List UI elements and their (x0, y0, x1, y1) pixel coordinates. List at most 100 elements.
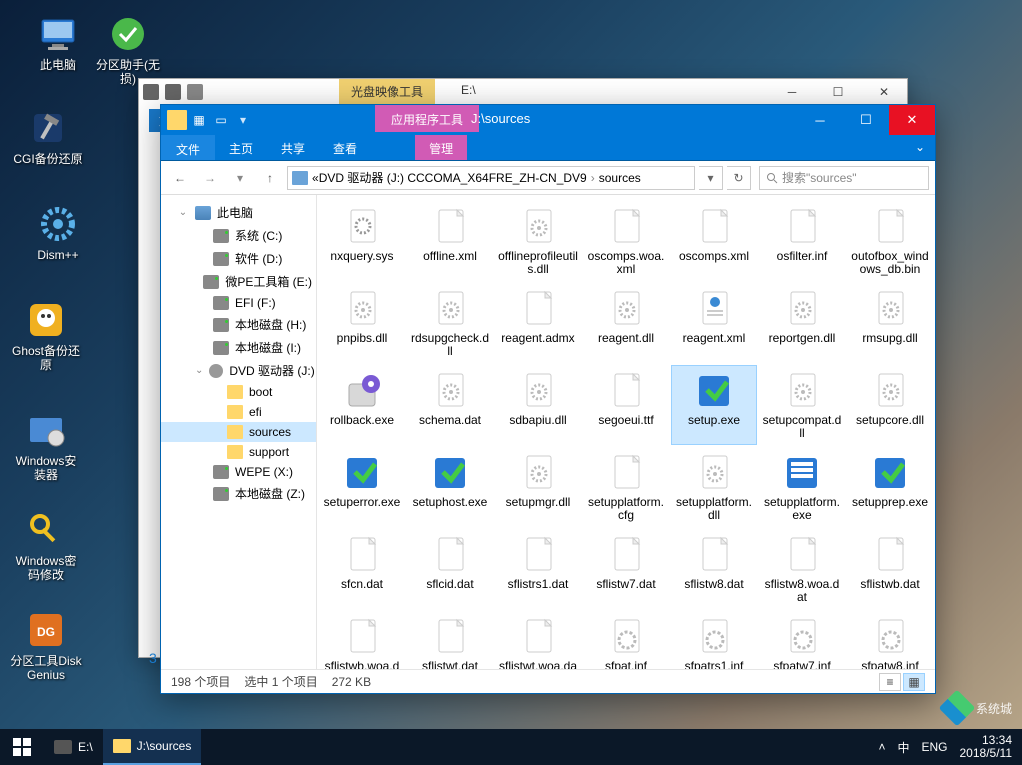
file-item[interactable]: sflistw7.dat (583, 529, 669, 609)
nav-item[interactable]: 本地磁盘 (I:) (161, 336, 316, 359)
file-item[interactable]: sflistwt.dat (407, 611, 493, 669)
close-icon[interactable]: ✕ (861, 79, 907, 105)
file-item[interactable]: sflistw8.dat (671, 529, 757, 609)
file-item[interactable]: setupprep.exe (847, 447, 933, 527)
file-pane[interactable]: nxquery.sysoffline.xmlofflineprofileutil… (317, 195, 935, 669)
file-item[interactable]: offline.xml (407, 201, 493, 281)
desktop-icon-ghost[interactable]: Ghost备份还原 (10, 300, 82, 372)
breadcrumb-folder[interactable]: sources (599, 171, 641, 185)
start-button[interactable] (0, 729, 44, 765)
chevron-icon[interactable]: ⌄ (195, 365, 203, 376)
system-tray[interactable]: ˄ 中 ENG 13:34 2018/5/11 (868, 734, 1022, 760)
desktop-icon-monitor[interactable]: 此电脑 (22, 14, 94, 72)
nav-item[interactable]: sources (161, 422, 316, 442)
file-item[interactable]: setupplatform.exe (759, 447, 845, 527)
file-item[interactable]: setuphost.exe (407, 447, 493, 527)
file-item[interactable]: reagent.xml (671, 283, 757, 363)
file-item[interactable]: setupmgr.dll (495, 447, 581, 527)
view-details-button[interactable]: ≡ (879, 673, 901, 691)
address-dropdown-icon[interactable]: ▾ (699, 166, 723, 190)
nav-tree[interactable]: ⌄此电脑系统 (C:)软件 (D:)微PE工具箱 (E:)EFI (F:)本地磁… (161, 195, 317, 669)
file-item[interactable]: pnpibs.dll (319, 283, 405, 363)
file-item[interactable]: sfpatw8.inf (847, 611, 933, 669)
nav-up-button[interactable]: ↑ (257, 165, 283, 191)
tab-home[interactable]: 主页 (215, 135, 267, 160)
desktop-icon-win-disc[interactable]: Windows安装器 (10, 410, 82, 482)
tab-file[interactable]: 文件 (161, 135, 215, 160)
file-item[interactable]: reagent.admx (495, 283, 581, 363)
file-item[interactable]: setupplatform.dll (671, 447, 757, 527)
desktop-icon-key[interactable]: Windows密码修改 (10, 510, 82, 582)
tab-share[interactable]: 共享 (267, 135, 319, 160)
breadcrumb-drive[interactable]: DVD 驱动器 (J:) CCCOMA_X64FRE_ZH-CN_DV9 (319, 169, 587, 186)
file-item[interactable]: sfpatrs1.inf (671, 611, 757, 669)
chevron-icon[interactable]: ⌄ (177, 207, 189, 218)
file-item[interactable]: sflistrs1.dat (495, 529, 581, 609)
nav-back-button[interactable]: ← (167, 165, 193, 191)
nav-item[interactable]: 本地磁盘 (Z:) (161, 482, 316, 505)
file-item[interactable]: nxquery.sys (319, 201, 405, 281)
maximize-icon[interactable]: ☐ (815, 79, 861, 105)
file-item[interactable]: sflistw8.woa.dat (759, 529, 845, 609)
file-item[interactable]: oscomps.xml (671, 201, 757, 281)
file-item[interactable]: setup.exe (671, 365, 757, 445)
titlebar[interactable]: ▦ ▭ ▾ 应用程序工具 J:\sources ─ ☐ ✕ (161, 105, 935, 135)
file-item[interactable]: osfilter.inf (759, 201, 845, 281)
file-item[interactable]: sflistwb.dat (847, 529, 933, 609)
breadcrumb[interactable]: « DVD 驱动器 (J:) CCCOMA_X64FRE_ZH-CN_DV9 ›… (287, 166, 695, 190)
desktop-icon-gear[interactable]: Dism++ (22, 204, 94, 262)
qat-dropdown-icon[interactable]: ▾ (233, 110, 253, 130)
view-icons-button[interactable]: ▦ (903, 673, 925, 691)
file-item[interactable]: rdsupgcheck.dll (407, 283, 493, 363)
file-item[interactable]: sfpatw7.inf (759, 611, 845, 669)
nav-item[interactable]: ⌄此电脑 (161, 201, 316, 224)
qat-new-icon[interactable]: ▭ (211, 110, 231, 130)
nav-item[interactable]: WEPE (X:) (161, 462, 316, 482)
file-item[interactable]: sdbapiu.dll (495, 365, 581, 445)
desktop-icon-hammer[interactable]: CGI备份还原 (12, 108, 84, 166)
file-item[interactable]: reagent.dll (583, 283, 669, 363)
file-item[interactable]: setuperror.exe (319, 447, 405, 527)
nav-item[interactable]: efi (161, 402, 316, 422)
refresh-button[interactable]: ↻ (727, 166, 751, 190)
file-item[interactable]: offlineprofileutils.dll (495, 201, 581, 281)
desktop-icon-dg[interactable]: DG分区工具DiskGenius (10, 610, 82, 682)
file-item[interactable]: sflistwt.woa.dat (495, 611, 581, 669)
file-item[interactable]: schema.dat (407, 365, 493, 445)
taskbar-item[interactable]: E:\ (44, 729, 103, 765)
desktop-icon-disk-green[interactable]: 分区助手(无损) (92, 14, 164, 86)
tab-view[interactable]: 查看 (319, 135, 371, 160)
file-item[interactable]: reportgen.dll (759, 283, 845, 363)
file-item[interactable]: sfcn.dat (319, 529, 405, 609)
nav-item[interactable]: support (161, 442, 316, 462)
file-item[interactable]: rmsupg.dll (847, 283, 933, 363)
file-item[interactable]: setupcompat.dll (759, 365, 845, 445)
maximize-button[interactable]: ☐ (843, 105, 889, 135)
ribbon-collapse-icon[interactable]: ⌄ (905, 135, 935, 160)
tray-expand-icon[interactable]: ˄ (878, 740, 885, 754)
search-input[interactable]: 搜索"sources" (759, 166, 929, 190)
taskbar-item[interactable]: J:\sources (103, 729, 202, 765)
nav-history-dropdown[interactable]: ▾ (227, 165, 253, 191)
nav-item[interactable]: boot (161, 382, 316, 402)
file-item[interactable]: outofbox_windows_db.bin (847, 201, 933, 281)
nav-item[interactable]: 微PE工具箱 (E:) (161, 270, 316, 293)
nav-item[interactable]: 软件 (D:) (161, 247, 316, 270)
file-item[interactable]: segoeui.ttf (583, 365, 669, 445)
taskbar[interactable]: E:\J:\sources ˄ 中 ENG 13:34 2018/5/11 (0, 729, 1022, 765)
file-item[interactable]: rollback.exe (319, 365, 405, 445)
clock[interactable]: 13:34 2018/5/11 (960, 734, 1013, 760)
file-item[interactable]: setupcore.dll (847, 365, 933, 445)
ime-lang[interactable]: ENG (921, 740, 947, 754)
ime-indicator[interactable]: 中 (897, 739, 909, 756)
nav-item[interactable]: EFI (F:) (161, 293, 316, 313)
file-item[interactable]: sflcid.dat (407, 529, 493, 609)
chevron-right-icon[interactable]: › (587, 171, 599, 185)
nav-item[interactable]: 系统 (C:) (161, 224, 316, 247)
file-item[interactable]: oscomps.woa.xml (583, 201, 669, 281)
minimize-button[interactable]: ─ (797, 105, 843, 135)
nav-forward-button[interactable]: → (197, 165, 223, 191)
tab-manage[interactable]: 管理 (415, 135, 467, 160)
nav-item[interactable]: 本地磁盘 (H:) (161, 313, 316, 336)
file-item[interactable]: sflistwb.woa.dat (319, 611, 405, 669)
